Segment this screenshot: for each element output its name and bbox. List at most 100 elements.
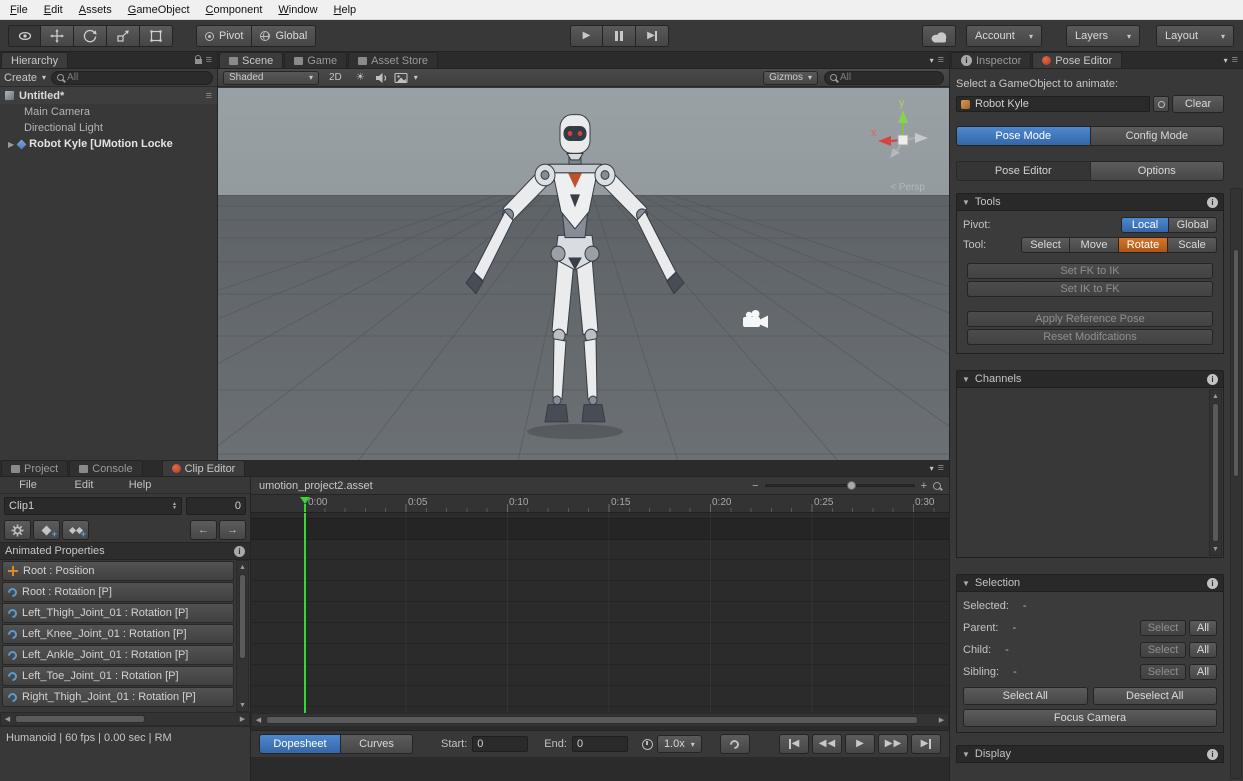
info-icon[interactable]: i [1207, 374, 1218, 385]
tool-rotate-button[interactable]: Rotate [1119, 237, 1168, 253]
apply-reference-pose-button[interactable]: Apply Reference Pose [967, 311, 1213, 327]
menu-window[interactable]: Window [270, 1, 325, 19]
pivot-global-button[interactable]: Global [1169, 217, 1217, 233]
subtab-options[interactable]: Options [1091, 161, 1225, 181]
dock-menu-icon[interactable]: ≡ [938, 462, 944, 474]
tab-clip-editor[interactable]: Clip Editor [162, 460, 246, 476]
properties-hscrollbar[interactable]: ◀ ▶ [0, 712, 250, 726]
sibling-select-button[interactable]: Select [1140, 664, 1186, 680]
clip-select-dropdown[interactable]: Clip1 ▲▼ [4, 497, 182, 515]
tab-game[interactable]: Game [284, 52, 347, 68]
parent-all-button[interactable]: All [1189, 620, 1217, 636]
property-row[interactable]: Left_Thigh_Joint_01 : Rotation [P] [2, 603, 234, 623]
clip-menu-file[interactable]: File [0, 479, 56, 491]
sibling-all-button[interactable]: All [1189, 664, 1217, 680]
lighting-toggle-icon[interactable]: ☀ [352, 72, 369, 83]
tool-move-button[interactable]: Move [1070, 237, 1119, 253]
animated-object-field[interactable]: Robot Kyle [956, 96, 1150, 112]
shading-mode-dropdown[interactable]: Shaded ▾ [223, 71, 319, 85]
scene-viewport[interactable]: y x < Persp [218, 88, 949, 460]
menu-edit[interactable]: Edit [36, 1, 71, 19]
clip-menu-edit[interactable]: Edit [56, 479, 112, 491]
hierarchy-item-directional-light[interactable]: Directional Light [0, 120, 217, 136]
menu-assets[interactable]: Assets [71, 1, 120, 19]
prev-frame-button[interactable]: ◀◀ [812, 734, 842, 754]
start-field[interactable]: 0 [472, 736, 528, 752]
tab-scene[interactable]: Scene [219, 52, 283, 68]
selection-section-header[interactable]: ▼ Selection i [956, 574, 1224, 592]
property-row[interactable]: Left_Knee_Joint_01 : Rotation [P] [2, 624, 234, 644]
scene-header-row[interactable]: Untitled* ≡ [0, 87, 217, 104]
scroll-up-icon[interactable]: ▲ [1210, 390, 1221, 402]
reset-modifications-button[interactable]: Reset Modifcations [967, 329, 1213, 345]
pivot-toggle-button[interactable]: Pivot [196, 25, 252, 47]
scene-search[interactable] [824, 71, 944, 85]
tab-inspector[interactable]: i Inspector [951, 52, 1031, 68]
properties-scrollbar[interactable]: ▲ ▼ [236, 560, 249, 712]
menu-file[interactable]: File [2, 1, 36, 19]
move-tool-button[interactable] [41, 25, 74, 47]
first-frame-button[interactable]: ◀ [779, 734, 809, 754]
camera-gizmo-icon[interactable] [742, 310, 772, 330]
effects-caret-icon[interactable]: ▾ [414, 73, 418, 82]
loop-toggle-button[interactable] [720, 734, 750, 754]
property-row[interactable]: Left_Ankle_Joint_01 : Rotation [P] [2, 645, 234, 665]
child-all-button[interactable]: All [1189, 642, 1217, 658]
dock-caret-icon[interactable]: ▾ [930, 464, 934, 473]
scroll-left-icon[interactable]: ◀ [252, 714, 265, 726]
scroll-right-icon[interactable]: ▶ [236, 713, 249, 725]
create-dropdown[interactable]: Create [4, 72, 37, 84]
zoom-slider[interactable] [765, 484, 915, 487]
channels-scrollbar[interactable]: ▲ ▼ [1209, 389, 1222, 556]
info-icon[interactable]: i [1207, 578, 1218, 589]
tab-project[interactable]: Project [1, 460, 68, 476]
end-field[interactable]: 0 [572, 736, 628, 752]
hierarchy-item-robot-kyle[interactable]: ▶ Robot Kyle [UMotion Locke [0, 136, 217, 152]
account-dropdown[interactable]: Account ▾ [966, 25, 1042, 47]
property-row[interactable]: Left_Toe_Joint_01 : Rotation [P] [2, 666, 234, 686]
play-animation-button[interactable]: ▶ [845, 734, 875, 754]
pivot-local-button[interactable]: Local [1121, 217, 1169, 233]
next-frame-button[interactable]: ▶▶ [878, 734, 908, 754]
last-frame-button[interactable]: ▶ [911, 734, 941, 754]
expand-arrow-icon[interactable]: ▶ [8, 140, 14, 149]
layout-dropdown[interactable]: Layout ▾ [1156, 25, 1234, 47]
info-icon[interactable]: i [234, 546, 245, 557]
settings-button[interactable] [4, 520, 31, 540]
channels-section-header[interactable]: ▼ Channels i [956, 370, 1224, 388]
tab-hierarchy[interactable]: Hierarchy [1, 52, 68, 68]
menu-help[interactable]: Help [326, 1, 365, 19]
pose-mode-button[interactable]: Pose Mode [956, 126, 1091, 146]
scroll-down-icon[interactable]: ▼ [237, 699, 248, 711]
playback-speed-dropdown[interactable]: 1.0x ▾ [657, 735, 702, 753]
pose-editor-scrollbar[interactable] [1230, 188, 1242, 779]
play-button[interactable]: ▶ [570, 25, 603, 47]
dock-menu-icon[interactable]: ≡ [206, 54, 212, 66]
timeline-ruler[interactable]: 0:00 0:05 0:10 0:15 0:20 0:25 0:30 [251, 495, 949, 513]
info-icon[interactable]: i [1207, 197, 1218, 208]
lock-icon[interactable] [195, 59, 202, 64]
hierarchy-item-main-camera[interactable]: Main Camera [0, 104, 217, 120]
dock-menu-icon[interactable]: ≡ [938, 54, 944, 66]
global-toggle-button[interactable]: Global [252, 25, 316, 47]
prev-key-button[interactable]: ← [190, 520, 217, 540]
dopesheet-tab[interactable]: Dopesheet [259, 734, 341, 754]
set-fk-to-ik-button[interactable]: Set FK to IK [967, 263, 1213, 279]
scroll-right-icon[interactable]: ▶ [935, 714, 948, 726]
scroll-left-icon[interactable]: ◀ [1, 713, 14, 725]
playhead-marker[interactable] [300, 497, 310, 504]
scroll-up-icon[interactable]: ▲ [237, 561, 248, 573]
rotate-tool-button[interactable] [74, 25, 107, 47]
menu-component[interactable]: Component [198, 1, 271, 19]
effects-toggle-icon[interactable] [394, 72, 408, 84]
dock-caret-icon[interactable]: ▾ [1224, 56, 1228, 65]
tab-asset-store[interactable]: Asset Store [348, 52, 438, 68]
cloud-button[interactable] [922, 25, 956, 47]
child-select-button[interactable]: Select [1140, 642, 1186, 658]
object-picker-button[interactable] [1153, 96, 1169, 112]
scene-menu-icon[interactable]: ≡ [206, 90, 212, 102]
timeline-hscrollbar[interactable]: ◀ ▶ [251, 713, 949, 727]
search-icon[interactable] [933, 482, 941, 490]
parent-select-button[interactable]: Select [1140, 620, 1186, 636]
tool-scale-button[interactable]: Scale [1168, 237, 1217, 253]
